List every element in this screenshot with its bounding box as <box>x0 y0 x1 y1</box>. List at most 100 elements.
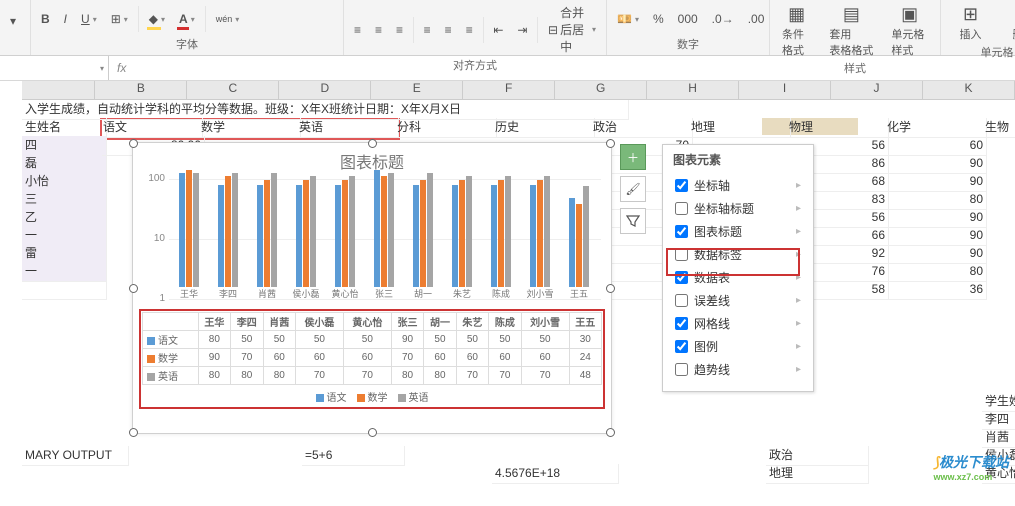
cell[interactable]: 政治 <box>590 118 693 138</box>
align-bot-button[interactable]: ≡ <box>392 21 407 39</box>
align-center-button[interactable]: ≡ <box>441 21 456 39</box>
cell[interactable]: 生物 <box>982 118 1015 138</box>
col-header[interactable]: D <box>279 81 371 99</box>
cell[interactable]: 入学生成绩，自动统计学科的平均分等数据。班级：X年X班统计日期：X年X月X日 <box>22 100 629 120</box>
cell-styles-button[interactable]: ▣单元格样式 <box>885 2 934 60</box>
comma-button[interactable]: 000 <box>674 10 702 28</box>
cell[interactable]: 肖茜 <box>982 428 1015 448</box>
font-color-button[interactable]: A▾ <box>175 10 199 28</box>
bold-button[interactable]: B <box>37 10 54 28</box>
align-mid-button[interactable]: ≡ <box>371 21 386 39</box>
col-header[interactable]: G <box>555 81 647 99</box>
col-header[interactable]: J <box>831 81 923 99</box>
delete-button[interactable]: ⊟删除 <box>1007 2 1015 44</box>
cell[interactable]: 80 <box>884 262 987 282</box>
cell[interactable]: 90 <box>884 208 987 228</box>
checkbox[interactable] <box>675 248 688 261</box>
checkbox[interactable] <box>675 202 688 215</box>
cell[interactable]: =5+6 <box>302 446 405 466</box>
cell[interactable]: 地理 <box>766 464 869 484</box>
checkbox[interactable] <box>675 271 688 284</box>
align-left-button[interactable]: ≡ <box>420 21 435 39</box>
name-box[interactable]: ▾ <box>0 56 109 80</box>
chart-element-option[interactable]: 数据表▸ <box>673 266 803 289</box>
cell[interactable]: 政治 <box>766 446 869 466</box>
border-button[interactable]: ⊞▾ <box>107 10 132 28</box>
chart-plot-area[interactable]: 110100王华李四肖茜侯小磊黄心怡张三胡一朱艺陈成刘小雪王五 <box>169 179 601 309</box>
chart-element-option[interactable]: 数据标签▸ <box>673 243 803 266</box>
chart-styles-btn[interactable]: 🖌 <box>620 176 646 202</box>
checkbox[interactable] <box>675 317 688 330</box>
cell[interactable]: 90 <box>884 244 987 264</box>
cell[interactable]: 历史 <box>492 118 595 138</box>
cell[interactable]: 语文 <box>100 118 203 138</box>
chart-filter-btn[interactable] <box>620 208 646 234</box>
col-header[interactable]: E <box>371 81 463 99</box>
cell[interactable]: MARY OUTPUT <box>22 446 129 466</box>
cell[interactable]: 60 <box>884 136 987 156</box>
col-header[interactable]: F <box>463 81 555 99</box>
cell[interactable]: 三 <box>22 190 107 210</box>
col-header[interactable]: K <box>923 81 1015 99</box>
chart-element-option[interactable]: 坐标轴标题▸ <box>673 197 803 220</box>
cell[interactable]: 一 <box>22 262 107 282</box>
chart-element-option[interactable]: 网格线▸ <box>673 312 803 335</box>
cell[interactable]: 36 <box>884 280 987 300</box>
table-format-button[interactable]: ▤套用 表格格式 <box>823 2 879 60</box>
cell[interactable]: 英语 <box>296 118 399 138</box>
italic-button[interactable]: I <box>60 10 71 28</box>
cell[interactable] <box>22 280 107 300</box>
chart-element-option[interactable]: 图例▸ <box>673 335 803 358</box>
checkbox[interactable] <box>675 225 688 238</box>
paste-dropdown[interactable]: ▾ <box>6 12 20 30</box>
col-header[interactable]: C <box>187 81 279 99</box>
chart-elements-btn[interactable]: ＋ <box>620 144 646 170</box>
checkbox[interactable] <box>675 294 688 307</box>
cell[interactable]: 乙 <box>22 208 107 228</box>
currency-button[interactable]: 💴▾ <box>613 10 643 28</box>
cell[interactable]: 一 <box>22 226 107 246</box>
cell[interactable]: 90 <box>884 226 987 246</box>
inc-decimal-button[interactable]: .0→ <box>708 10 738 28</box>
checkbox[interactable] <box>675 179 688 192</box>
cell[interactable]: 学生姓名 <box>982 392 1015 412</box>
cell[interactable]: 化学 <box>884 118 987 138</box>
spreadsheet-grid[interactable]: BCDEFGHIJK 入学生成绩，自动统计学科的平均分等数据。班级：X年X班统计… <box>0 81 1015 486</box>
cell[interactable]: 磊 <box>22 154 107 174</box>
cell[interactable]: 80 <box>884 190 987 210</box>
merge-button[interactable]: ⊟ 合并后居中▾ <box>544 2 600 57</box>
cell[interactable]: 物理 <box>786 118 889 138</box>
percent-button[interactable]: % <box>649 10 668 28</box>
pinyin-button[interactable]: wén▾ <box>212 12 244 26</box>
cell[interactable]: 雷 <box>22 244 107 264</box>
col-header[interactable]: H <box>647 81 739 99</box>
underline-button[interactable]: U▾ <box>77 10 101 28</box>
cell[interactable]: 四 <box>22 136 107 156</box>
cond-format-button[interactable]: ▦条件格式 <box>776 2 817 60</box>
indent-dec-button[interactable]: ⇤ <box>489 21 507 39</box>
col-header[interactable]: I <box>739 81 831 99</box>
cell[interactable]: 地理 <box>688 118 791 138</box>
dec-decimal-button[interactable]: .00 <box>744 10 769 28</box>
cell[interactable]: 生姓名 <box>22 118 107 138</box>
cell[interactable]: 90 <box>884 172 987 192</box>
cell[interactable]: 分科 <box>394 118 497 138</box>
chart-element-option[interactable]: 图表标题▸ <box>673 220 803 243</box>
col-header[interactable]: B <box>95 81 187 99</box>
indent-inc-button[interactable]: ⇥ <box>513 21 531 39</box>
embedded-chart[interactable]: 图表标题 110100王华李四肖茜侯小磊黄心怡张三胡一朱艺陈成刘小雪王五 王华李… <box>132 142 612 434</box>
chart-element-option[interactable]: 误差线▸ <box>673 289 803 312</box>
insert-button[interactable]: ⊞插入 <box>954 2 988 44</box>
chart-element-option[interactable]: 坐标轴▸ <box>673 174 803 197</box>
fx-icon[interactable]: fx <box>109 61 134 75</box>
chart-element-option[interactable]: 趋势线▸ <box>673 358 803 381</box>
checkbox[interactable] <box>675 340 688 353</box>
cell[interactable]: 小怡 <box>22 172 107 192</box>
cell[interactable]: 数学 <box>198 118 301 138</box>
align-right-button[interactable]: ≡ <box>462 21 477 39</box>
align-top-button[interactable]: ≡ <box>350 21 365 39</box>
cell[interactable]: 李四 <box>982 410 1015 430</box>
cell[interactable]: 90 <box>884 154 987 174</box>
fill-color-button[interactable]: ◆▾ <box>145 10 169 28</box>
cell[interactable]: 4.5676E+18 <box>492 464 619 484</box>
